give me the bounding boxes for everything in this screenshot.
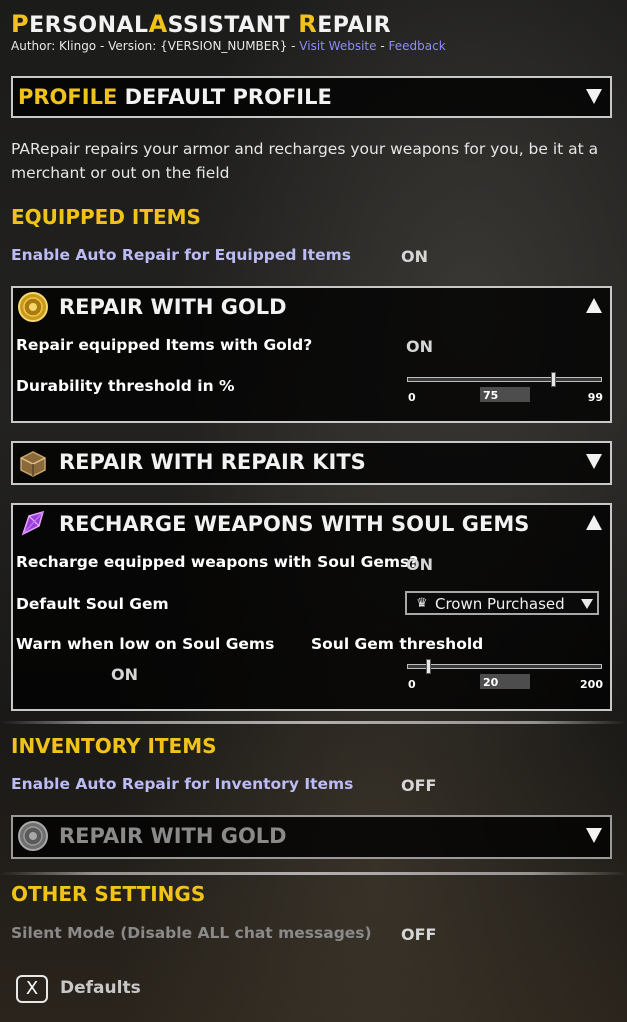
silent-mode-label: Silent Mode (Disable ALL chat messages) bbox=[11, 924, 372, 942]
chevron-down-icon[interactable] bbox=[586, 454, 602, 469]
inventory-auto-repair-toggle[interactable]: OFF bbox=[401, 776, 436, 795]
inventory-repair-with-gold-title: REPAIR WITH GOLD bbox=[59, 824, 287, 848]
addon-subtitle: Author: Klingo - Version: {VERSION_NUMBE… bbox=[11, 39, 446, 53]
repair-with-kits-title: REPAIR WITH REPAIR KITS bbox=[59, 450, 366, 474]
soul-gem-icon bbox=[21, 510, 45, 536]
x-key-icon: X bbox=[16, 975, 48, 1003]
chevron-down-icon bbox=[586, 89, 602, 104]
equipped-auto-repair-label: Enable Auto Repair for Equipped Items bbox=[11, 246, 351, 264]
chevron-down-icon bbox=[581, 599, 593, 609]
slider-max: 99 bbox=[587, 391, 603, 404]
recharge-soul-gems-toggle[interactable]: ON bbox=[406, 555, 433, 574]
crown-icon: ♛ bbox=[416, 596, 428, 611]
slider-value[interactable]: 20 bbox=[480, 674, 530, 689]
section-inventory-items: INVENTORY ITEMS bbox=[11, 734, 217, 758]
slider-track[interactable] bbox=[407, 377, 602, 382]
slider-max: 200 bbox=[580, 678, 603, 691]
section-other-settings: OTHER SETTINGS bbox=[11, 882, 206, 906]
default-soul-gem-select[interactable]: ♛ Crown Purchased bbox=[405, 591, 599, 615]
inventory-repair-with-gold-panel[interactable]: REPAIR WITH GOLD bbox=[11, 815, 612, 859]
equipped-auto-repair-toggle[interactable]: ON bbox=[401, 247, 428, 266]
silent-mode-toggle[interactable]: OFF bbox=[401, 925, 436, 944]
section-divider bbox=[0, 721, 627, 724]
slider-min: 0 bbox=[408, 391, 416, 404]
gold-coin-icon bbox=[18, 821, 48, 851]
chevron-up-icon[interactable] bbox=[586, 298, 602, 313]
inventory-auto-repair-label: Enable Auto Repair for Inventory Items bbox=[11, 775, 354, 793]
repair-with-gold-panel: REPAIR WITH GOLD Repair equipped Items w… bbox=[11, 286, 612, 423]
slider-min: 0 bbox=[408, 678, 416, 691]
addon-description: PARepair repairs your armor and recharge… bbox=[11, 140, 599, 182]
repair-kit-icon bbox=[20, 451, 46, 477]
addon-title: PERSONALASSISTANT REPAIR bbox=[11, 10, 392, 38]
visit-website-link[interactable]: Visit Website bbox=[299, 39, 376, 53]
chevron-up-icon[interactable] bbox=[586, 515, 602, 530]
soul-gem-threshold-slider[interactable]: 0 20 200 bbox=[407, 659, 603, 695]
default-soul-gem-value: Crown Purchased bbox=[435, 595, 565, 613]
soul-gems-title: RECHARGE WEAPONS WITH SOUL GEMS bbox=[59, 512, 530, 536]
profile-dropdown[interactable]: PROFILE DEFAULT PROFILE bbox=[11, 76, 612, 118]
section-divider bbox=[0, 872, 627, 875]
durability-threshold-label: Durability threshold in % bbox=[16, 377, 235, 395]
author-version: Author: Klingo - Version: {VERSION_NUMBE… bbox=[11, 39, 300, 53]
recharge-soul-gems-label: Recharge equipped weapons with Soul Gems… bbox=[16, 553, 419, 571]
repair-with-gold-toggle[interactable]: ON bbox=[406, 337, 433, 356]
default-soul-gem-label: Default Soul Gem bbox=[16, 595, 169, 613]
gold-coin-icon bbox=[18, 292, 48, 322]
slider-value[interactable]: 75 bbox=[480, 387, 530, 402]
soul-gem-threshold-label: Soul Gem threshold bbox=[311, 635, 484, 653]
repair-with-kits-panel[interactable]: REPAIR WITH REPAIR KITS bbox=[11, 441, 612, 485]
settings-panel: PERSONALASSISTANT REPAIR Author: Klingo … bbox=[0, 0, 627, 1022]
chevron-down-icon[interactable] bbox=[586, 828, 602, 843]
slider-thumb[interactable] bbox=[551, 372, 556, 387]
defaults-label: Defaults bbox=[60, 978, 141, 998]
repair-with-gold-label: Repair equipped Items with Gold? bbox=[16, 336, 313, 354]
durability-threshold-slider[interactable]: 0 75 99 bbox=[407, 372, 603, 408]
feedback-link[interactable]: Feedback bbox=[389, 39, 446, 53]
slider-track[interactable] bbox=[407, 664, 602, 669]
warn-low-soul-gems-label: Warn when low on Soul Gems bbox=[16, 635, 275, 653]
section-equipped-items: EQUIPPED ITEMS bbox=[11, 205, 201, 229]
warn-low-soul-gems-toggle[interactable]: ON bbox=[111, 665, 138, 684]
repair-with-gold-title: REPAIR WITH GOLD bbox=[59, 295, 287, 319]
slider-thumb[interactable] bbox=[426, 659, 431, 674]
